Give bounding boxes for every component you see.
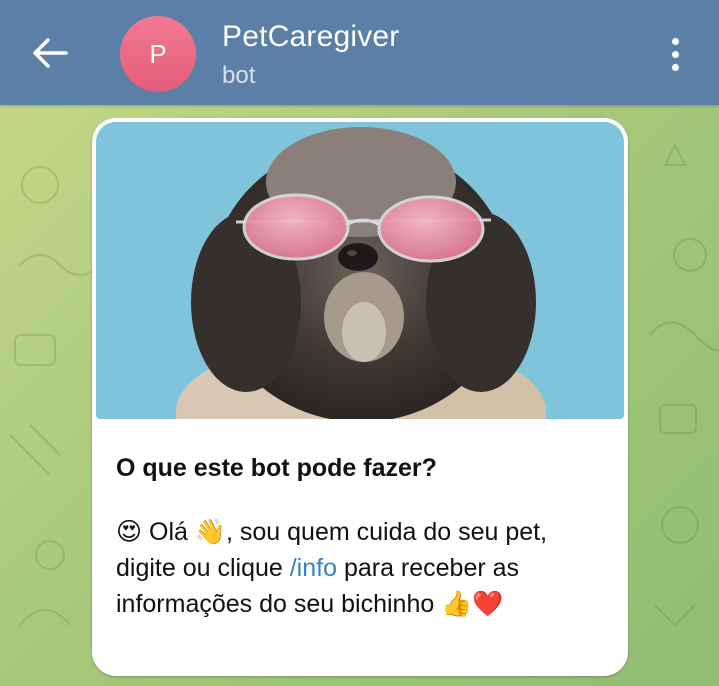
chat-subtitle: bot	[222, 62, 256, 89]
more-vertical-icon	[672, 38, 679, 45]
info-command-link[interactable]: /info	[290, 554, 337, 582]
more-options-button[interactable]	[664, 36, 686, 72]
dog-with-sunglasses-illustration	[96, 122, 624, 419]
chat-header: P PetCaregiver bot	[0, 0, 719, 105]
bot-description-card: O que este bot pode fazer? 😍 Olá 👋, sou …	[92, 118, 628, 676]
chat-title[interactable]: PetCaregiver	[222, 20, 399, 54]
card-heading: O que este bot pode fazer?	[116, 454, 437, 482]
bot-avatar[interactable]: P	[120, 16, 196, 92]
back-button[interactable]	[30, 35, 70, 71]
arrow-left-icon	[33, 38, 68, 68]
card-description: 😍 Olá 👋, sou quem cuida do seu pet, digi…	[116, 514, 606, 622]
bot-intro-image	[96, 122, 624, 419]
